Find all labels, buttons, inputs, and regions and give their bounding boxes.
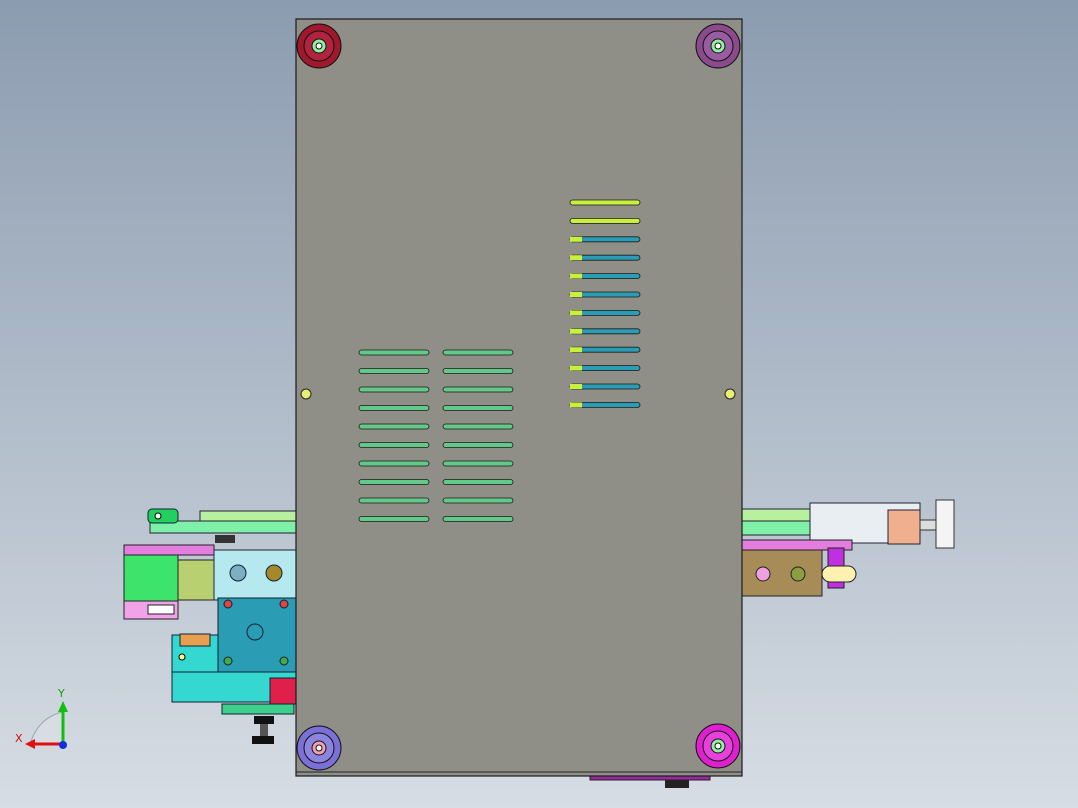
foot-top-right [695, 23, 741, 69]
vent-slot-end [570, 328, 582, 334]
cad-viewport[interactable] [0, 0, 1078, 808]
vent-slot [442, 516, 514, 522]
triad-x-label: X [15, 732, 23, 745]
vent-slot-end [570, 273, 582, 279]
left-mechanism-assembly [123, 508, 301, 744]
enclosure-panel [295, 18, 743, 777]
side-screw-left [300, 388, 312, 400]
left-pink-bracket [123, 544, 215, 556]
vent-slot [442, 497, 514, 504]
right-orange-bracket [887, 509, 921, 545]
vent-slot [358, 497, 430, 504]
right-thumbscrew [935, 499, 955, 549]
vent-slot [442, 349, 514, 356]
left-small-fastener [215, 535, 235, 543]
right-mechanism-assembly [739, 499, 955, 597]
vent-slot [442, 460, 514, 467]
right-plate-screw-2 [790, 566, 806, 582]
left-idler-pulley [147, 508, 179, 524]
vent-slot [358, 349, 430, 356]
left-orange-tab [179, 633, 211, 647]
triad-y-label: Y [58, 687, 65, 700]
vent-slot-end [570, 365, 582, 371]
vent-slot [442, 442, 514, 448]
triad-z-axis [59, 741, 67, 749]
vent-slot [358, 460, 430, 467]
left-plate-screw-1 [229, 564, 247, 582]
vent-slot-end [570, 236, 582, 242]
vent-slot-end [570, 292, 582, 297]
vent-slot [358, 442, 430, 448]
left-red-clamp [269, 677, 297, 705]
right-top-rail [739, 508, 821, 522]
vent-slot [442, 368, 514, 374]
vent-slot [358, 386, 430, 393]
foot-bottom-right [695, 723, 741, 769]
left-plate-screw-2 [265, 564, 283, 582]
right-plate-screw-1 [755, 566, 771, 582]
vent-slot [358, 479, 430, 485]
vent-slot [358, 368, 430, 374]
left-green-motor [123, 554, 179, 602]
vent-slot-end [570, 347, 582, 353]
side-screw-right [724, 388, 736, 400]
vent-slot [442, 386, 514, 393]
left-adjust-knob [254, 716, 274, 724]
enclosure-assembly [295, 18, 743, 777]
vent-slot [442, 423, 514, 430]
vent-slot-end [570, 255, 582, 261]
vent-slot-end [570, 384, 582, 389]
left-light-blue-plate [213, 549, 297, 601]
vent-slot [358, 405, 430, 411]
vent-slot [442, 405, 514, 411]
left-top-rail [199, 510, 301, 522]
left-pulley-block [177, 559, 215, 601]
vent-slot [358, 423, 430, 430]
foot-top-left [296, 23, 342, 69]
vent-slot [569, 217, 641, 224]
view-orientation-triad[interactable] [25, 701, 68, 749]
left-bottom-plate [221, 703, 295, 715]
right-tan-plate [741, 547, 823, 597]
vent-slot [442, 479, 514, 485]
vent-slot [358, 516, 430, 522]
vent-slot [569, 199, 641, 206]
vent-slot-end [570, 310, 582, 316]
right-pulley-yellow [821, 565, 857, 583]
vent-slot-end [570, 402, 582, 408]
foot-bottom-left [296, 725, 342, 771]
